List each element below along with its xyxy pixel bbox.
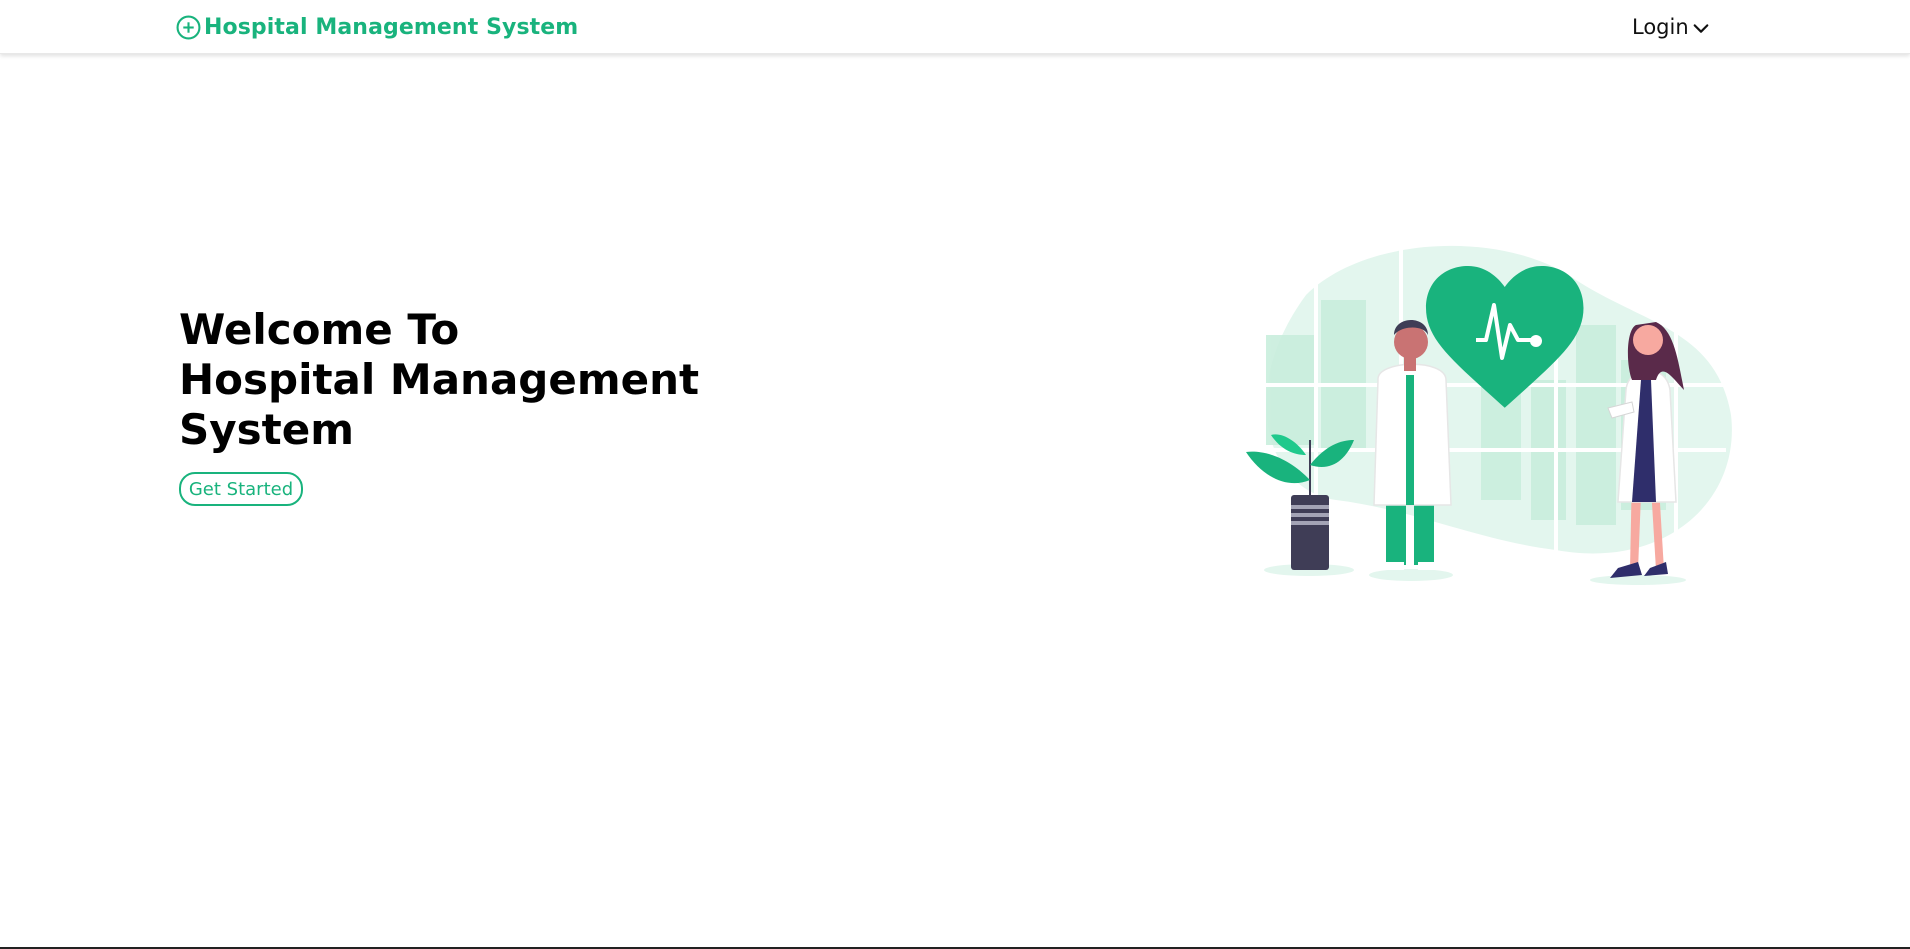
brand-title: Hospital Management System [204, 14, 579, 40]
chevron-down-icon [1693, 23, 1709, 33]
login-dropdown[interactable]: Login [1632, 13, 1710, 41]
hero-title: Welcome To Hospital Management System [179, 305, 739, 455]
doctors-heartbeat-illustration [1246, 240, 1732, 585]
hero-title-line-2: Hospital Management [179, 355, 700, 404]
hero-title-line-3: System [179, 405, 354, 454]
brand-link[interactable]: Hospital Management System [176, 13, 578, 41]
plus-circle-icon [176, 15, 201, 39]
hero-title-line-1: Welcome To [179, 305, 460, 354]
navbar: Hospital Management System Login [0, 0, 1910, 54]
login-label: Login [1632, 15, 1689, 39]
get-started-button[interactable]: Get Started [179, 472, 303, 506]
